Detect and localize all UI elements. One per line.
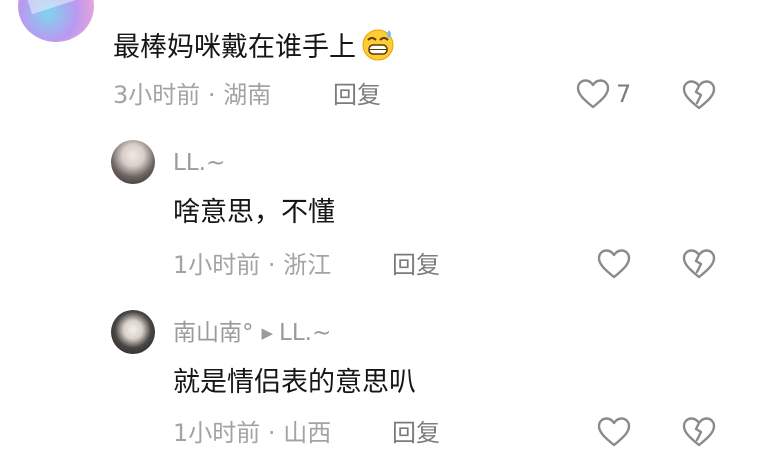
avatar[interactable] [18,0,94,42]
comment-meta: 3小时前 · 湖南 [113,80,271,110]
meta-separator: · [267,419,276,447]
reply-button[interactable]: 回复 [392,250,440,280]
broken-heart-icon[interactable] [682,248,716,280]
broken-heart-icon[interactable] [682,79,716,111]
comment-meta: 1小时前 · 山西 [173,418,331,448]
play-arrow-icon: ▶ [261,324,274,342]
avatar-decoration [26,0,86,15]
comment-location: 山西 [283,419,332,447]
comment-location: 湖南 [223,81,272,109]
comment-location: 浙江 [283,251,332,279]
reply-header: 南山南° ▶ LL.~ [173,319,331,349]
comment-text: 就是情侣表的意思叭 [173,367,416,398]
reply-button[interactable]: 回复 [333,80,381,110]
reply-button[interactable]: 回复 [392,418,440,448]
like-count: 7 [616,80,632,108]
meta-separator: · [207,81,216,109]
comment-time: 3小时前 [113,81,201,109]
heart-outline-icon[interactable] [597,248,631,280]
comment-time: 1小时前 [173,251,261,279]
broken-heart-icon[interactable] [682,416,716,448]
comment-time: 1小时前 [173,419,261,447]
username[interactable]: 南山南° [173,320,254,346]
meta-separator: · [267,251,276,279]
comment-text: 啥意思，不懂 [173,197,335,228]
avatar[interactable] [111,140,155,184]
comment-meta: 1小时前 · 浙江 [173,250,331,280]
reply-to-username[interactable]: LL.~ [279,320,331,346]
comment-text: 最棒妈咪戴在谁手上 [113,26,396,65]
heart-outline-icon [576,78,610,110]
heart-outline-icon[interactable] [597,416,631,448]
avatar[interactable] [111,310,155,354]
comment-text-content: 最棒妈咪戴在谁手上 [113,32,356,63]
username[interactable]: LL.~ [173,149,225,177]
like-button[interactable]: 7 [576,78,631,110]
grinning-sweat-emoji [360,26,396,62]
